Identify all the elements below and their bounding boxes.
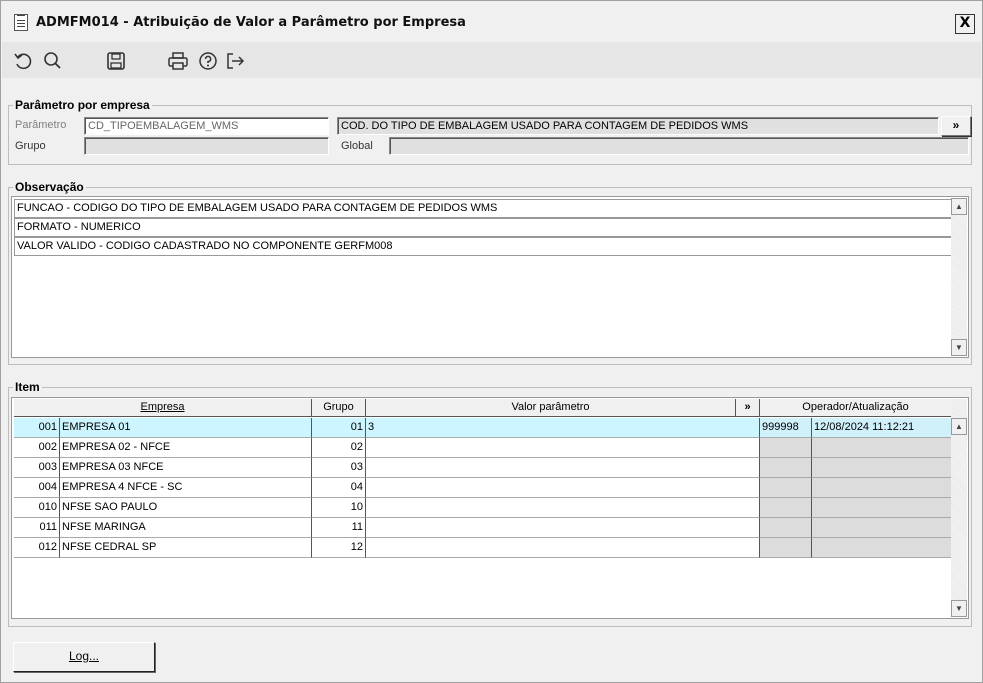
table-row[interactable]: 003 EMPRESA 03 NFCE 03 <box>14 458 952 478</box>
empresa-name: NFSE CEDRAL SP <box>60 538 312 558</box>
grupo-cell: 02 <box>312 438 366 458</box>
item-grid[interactable]: Empresa Grupo Valor parâmetro » Operador… <box>11 397 969 619</box>
atualizacao-cell <box>812 498 952 518</box>
operador-cell <box>760 518 812 538</box>
undo-icon[interactable] <box>12 50 34 72</box>
empresa-name: EMPRESA 03 NFCE <box>60 458 312 478</box>
scroll-up-icon[interactable]: ▲ <box>951 198 967 215</box>
observacao-line: FORMATO - NUMERICO <box>14 218 952 237</box>
help-icon[interactable] <box>197 50 219 72</box>
observacao-line: VALOR VALIDO - CODIGO CADASTRADO NO COMP… <box>14 237 952 256</box>
log-button-label: Log... <box>68 649 100 663</box>
valor-parametro-cell[interactable] <box>366 518 760 538</box>
valor-parametro-cell[interactable]: 3 <box>366 418 760 438</box>
grupo-cell: 10 <box>312 498 366 518</box>
header-grupo[interactable]: Grupo <box>312 399 366 417</box>
parametro-lookup-button[interactable]: » <box>941 116 971 136</box>
operador-cell <box>760 458 812 478</box>
atualizacao-cell <box>812 518 952 538</box>
grupo-label: Grupo <box>15 140 46 152</box>
operador-cell: 999998 <box>760 418 812 438</box>
atualizacao-cell <box>812 538 952 558</box>
empresa-code: 002 <box>14 438 60 458</box>
global-label: Global <box>341 140 373 152</box>
operador-cell <box>760 498 812 518</box>
table-row[interactable]: 011 NFSE MARINGA 11 <box>14 518 952 538</box>
valor-lookup-button[interactable]: » <box>736 399 760 417</box>
valor-parametro-cell[interactable] <box>366 478 760 498</box>
valor-parametro-cell[interactable] <box>366 498 760 518</box>
header-empresa[interactable]: Empresa <box>14 399 312 417</box>
table-row[interactable]: 001 EMPRESA 01 01 3 999998 12/08/2024 11… <box>14 418 952 438</box>
empresa-name: NFSE SAO PAULO <box>60 498 312 518</box>
observacao-list[interactable]: FUNCAO - CODIGO DO TIPO DE EMBALAGEM USA… <box>11 196 969 358</box>
empresa-code: 001 <box>14 418 60 438</box>
operador-cell <box>760 538 812 558</box>
close-button[interactable]: X <box>955 14 975 34</box>
grupo-cell: 01 <box>312 418 366 438</box>
search-icon[interactable] <box>42 50 64 72</box>
header-operador-atualizacao[interactable]: Operador/Atualização <box>760 399 952 417</box>
operador-cell <box>760 438 812 458</box>
atualizacao-cell: 12/08/2024 11:12:21 <box>812 418 952 438</box>
grupo-cell: 04 <box>312 478 366 498</box>
grupo-cell: 12 <box>312 538 366 558</box>
empresa-name: NFSE MARINGA <box>60 518 312 538</box>
log-button[interactable]: Log... <box>13 642 155 672</box>
empresa-code: 004 <box>14 478 60 498</box>
empresa-code: 003 <box>14 458 60 478</box>
parametro-description-field: COD. DO TIPO DE EMBALAGEM USADO PARA CON… <box>337 117 939 135</box>
app-window: ADMFM014 - Atribuição de Valor a Parâmet… <box>0 0 983 683</box>
parametro-group-legend: Parâmetro por empresa <box>13 98 152 112</box>
empresa-code: 012 <box>14 538 60 558</box>
exit-icon[interactable] <box>224 50 246 72</box>
empresa-name: EMPRESA 02 - NFCE <box>60 438 312 458</box>
valor-parametro-cell[interactable] <box>366 458 760 478</box>
header-valor-parametro[interactable]: Valor parâmetro <box>366 399 736 417</box>
observacao-scrollbar[interactable]: ▲ ▼ <box>951 198 967 356</box>
atualizacao-cell <box>812 438 952 458</box>
scroll-down-icon[interactable]: ▼ <box>951 600 967 617</box>
atualizacao-cell <box>812 478 952 498</box>
scroll-up-icon[interactable]: ▲ <box>951 418 967 435</box>
scroll-down-icon[interactable]: ▼ <box>951 339 967 356</box>
observacao-legend: Observação <box>13 180 86 194</box>
parametro-label: Parâmetro <box>15 119 67 131</box>
print-icon[interactable] <box>167 50 189 72</box>
header-empresa-label: Empresa <box>140 401 185 413</box>
title-bar: ADMFM014 - Atribuição de Valor a Parâmet… <box>2 2 981 42</box>
valor-parametro-cell[interactable] <box>366 438 760 458</box>
empresa-name: EMPRESA 4 NFCE - SC <box>60 478 312 498</box>
toolbar <box>2 42 981 78</box>
operador-cell <box>760 478 812 498</box>
global-field[interactable] <box>389 137 969 155</box>
grid-header: Empresa Grupo Valor parâmetro » Operador… <box>14 399 952 417</box>
document-icon <box>14 14 28 31</box>
empresa-name: EMPRESA 01 <box>60 418 312 438</box>
table-row[interactable]: 004 EMPRESA 4 NFCE - SC 04 <box>14 478 952 498</box>
atualizacao-cell <box>812 458 952 478</box>
window-title: ADMFM014 - Atribuição de Valor a Parâmet… <box>36 15 466 30</box>
item-legend: Item <box>13 380 42 394</box>
save-icon[interactable] <box>105 50 127 72</box>
item-grid-scrollbar[interactable]: ▲ ▼ <box>951 399 967 617</box>
observacao-line: FUNCAO - CODIGO DO TIPO DE EMBALAGEM USA… <box>14 199 952 218</box>
table-row[interactable]: 002 EMPRESA 02 - NFCE 02 <box>14 438 952 458</box>
grupo-field[interactable] <box>84 137 329 155</box>
grupo-cell: 11 <box>312 518 366 538</box>
grupo-cell: 03 <box>312 458 366 478</box>
empresa-code: 011 <box>14 518 60 538</box>
table-row[interactable]: 012 NFSE CEDRAL SP 12 <box>14 538 952 558</box>
parametro-field[interactable]: CD_TIPOEMBALAGEM_WMS <box>84 117 329 135</box>
parametro-group: Parâmetro por empresa Parâmetro CD_TIPOE… <box>8 98 972 165</box>
empresa-code: 010 <box>14 498 60 518</box>
valor-parametro-cell[interactable] <box>366 538 760 558</box>
table-row[interactable]: 010 NFSE SAO PAULO 10 <box>14 498 952 518</box>
